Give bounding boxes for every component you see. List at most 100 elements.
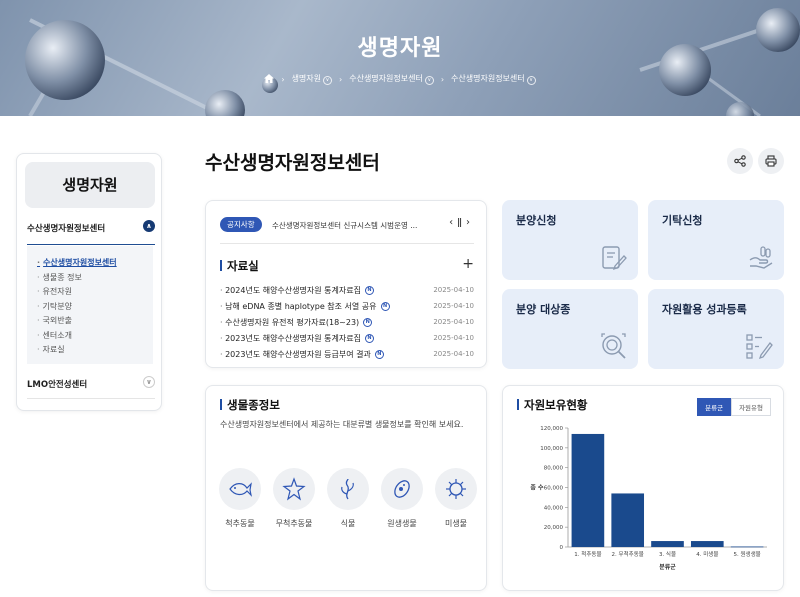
chevron-down-icon[interactable]: ∨ [323,76,333,85]
list-item[interactable]: 남해 eDNA 종별 haplotype 참조 서열 공유N 2025-04-1… [220,298,474,314]
species-title: 생물종정보 [220,397,280,413]
tile-label: 분양신청 [516,214,557,227]
sidebar-section-label: LMO안전성센터 [27,380,88,390]
form-edit-icon [602,246,627,271]
y-tick-label: 0 [560,545,564,551]
resource-holdings-card: 자원보유현황 분류군 자원유형 0 20,000 40,000 60,000 80,00… [502,385,784,591]
divider [220,243,474,244]
category-invertebrates[interactable]: 무척추동물 [272,468,316,529]
chevron-right-icon: › [440,74,445,84]
list-item[interactable]: 수산생명자원 유전적 평가자료(18~23)N 2025-04-10 [220,314,474,330]
x-tick-label: 5. 원생생물 [733,550,760,558]
new-badge: N [380,301,390,311]
y-tick-label: 120,000 [540,426,563,432]
chevron-down-icon[interactable]: ∨ [143,376,155,388]
sidebar-title: 생명자원 [25,162,155,208]
y-tick-label: 100,000 [540,446,563,452]
seaweed-icon [341,478,354,500]
category-protists[interactable]: 원생생물 [380,468,424,529]
notice-controls: ‹ǁ› [449,217,474,228]
sidebar-item-deposit[interactable]: 기탁분양 [37,300,153,315]
chart-bar [690,541,724,547]
list-item-date: 2025-04-10 [433,318,474,326]
new-badge: N [364,285,374,295]
chevron-down-icon[interactable]: ∨ [526,76,536,85]
sidebar-section-fisheries[interactable]: 수산생명자원정보센터 ∧ [27,220,155,234]
category-label: 식물 [340,519,356,528]
category-plants[interactable]: 식물 [326,468,370,529]
notice-text[interactable]: 수산생명자원정보센터 신규시스템 시범운영 ... [272,220,432,231]
breadcrumb-item-2[interactable]: 수산생명자원정보센터 ∨ [349,73,434,85]
y-axis-label: 종 수 [530,484,544,492]
chevron-up-icon[interactable]: ∧ [143,220,155,232]
species-info-card: 생물종정보 수산생명자원정보센터에서 제공하는 대분류별 생물정보를 확인해 보… [205,385,487,591]
prev-icon[interactable]: ‹ [449,217,457,228]
category-vertebrates[interactable]: 척추동물 [218,468,262,529]
sidebar-divider [27,398,155,399]
x-axis-label: 분류군 [659,563,676,571]
breadcrumb-item-3[interactable]: 수산생명자원정보센터 ∨ [451,73,536,85]
next-icon[interactable]: › [466,217,474,228]
y-tick-label: 40,000 [544,505,564,511]
tile-label: 기탁신청 [662,214,703,227]
holdings-bar-chart: 0 20,000 40,000 60,000 80,000 100,000 120,000 1… [530,426,767,571]
sidebar-item-export[interactable]: 국외반출 [37,314,153,329]
list-item[interactable]: 2023년도 해양수산생명자원 통계자료집N 2025-04-10 [220,330,474,346]
protist-icon [394,480,410,498]
sidebar: 생명자원 수산생명자원정보센터 ∧ 수산생명자원정보센터 생물종 정보 유전자원… [16,153,162,411]
x-tick-label: 2. 무척추동물 [612,550,644,558]
share-button[interactable] [727,148,753,174]
y-tick-label: 80,000 [544,466,564,472]
sidebar-subnav: 수산생명자원정보센터 생물종 정보 유전자원 기탁분양 국외반출 센터소개 자료… [27,246,153,364]
breadcrumb: › 생명자원 ∨ › 수산생명자원정보센터 ∨ › 수산생명자원정보센터 ∨ [0,73,800,85]
utilization-results-tile[interactable]: 자원활용 성과등록 [648,289,784,369]
microbe-icon [446,479,466,499]
x-tick-label: 3. 식물 [659,550,676,558]
sidebar-section-lmo[interactable]: LMO안전성센터 ∨ [27,376,155,390]
x-tick-label: 4. 미생물 [696,550,718,558]
list-item-date: 2025-04-10 [433,302,474,310]
share-icon [734,155,746,167]
page-title: 수산생명자원정보센터 [205,152,380,174]
sidebar-item-archive[interactable]: 자료실 [37,343,153,358]
species-description: 수산생명자원정보센터에서 제공하는 대분류별 생물정보를 확인해 보세요. [220,420,464,429]
print-icon [765,155,777,167]
new-badge: N [364,333,374,343]
list-item[interactable]: 2024년도 해양수산생명자원 통계자료집N 2025-04-10 [220,282,474,298]
target-search-icon [601,333,626,359]
chart-bar [651,541,684,547]
checklist-edit-icon [746,334,773,360]
home-icon[interactable] [264,73,275,85]
chart-bar [571,433,605,547]
breadcrumb-item-1[interactable]: 생명자원 ∨ [292,73,333,85]
list-item-date: 2025-04-10 [433,334,474,342]
new-badge: N [374,349,384,359]
print-button[interactable] [758,148,784,174]
starfish-icon [282,477,306,501]
chart-bar [730,546,764,548]
category-label: 무척추동물 [275,519,313,528]
new-badge: N [363,317,373,327]
sidebar-item-genetic[interactable]: 유전자원 [37,285,153,300]
deposit-request-tile[interactable]: 기탁신청 [648,200,784,280]
list-item-date: 2025-04-10 [433,350,474,358]
notice-label: 공지사항 [220,217,262,232]
pause-icon[interactable]: ǁ [457,217,466,228]
plus-icon[interactable]: + [462,256,474,272]
distribution-request-tile[interactable]: 분양신청 [502,200,638,280]
tile-label: 자원활용 성과등록 [662,303,747,316]
category-label: 척추동물 [225,519,255,528]
sidebar-item-about[interactable]: 센터소개 [37,329,153,344]
hero-title: 생명자원 [357,36,443,61]
fish-icon [229,482,252,497]
category-microbes[interactable]: 미생물 [434,468,478,529]
chevron-down-icon[interactable]: ∨ [424,76,434,85]
species-categories: 척추동물 무척추동물 식물 원생생물 미생물 [218,468,478,529]
y-tick-label: 60,000 [544,486,564,492]
distribution-targets-tile[interactable]: 분양 대상종 [502,289,638,369]
sidebar-section-label: 수산생명자원정보센터 [27,224,106,234]
sidebar-item-species[interactable]: 생물종 정보 [37,271,153,286]
chevron-right-icon: › [281,74,285,84]
sidebar-item-center[interactable]: 수산생명자원정보센터 [37,256,153,271]
list-item[interactable]: 2023년도 해양수산생명자원 등급부여 결과N 2025-04-10 [220,346,474,362]
